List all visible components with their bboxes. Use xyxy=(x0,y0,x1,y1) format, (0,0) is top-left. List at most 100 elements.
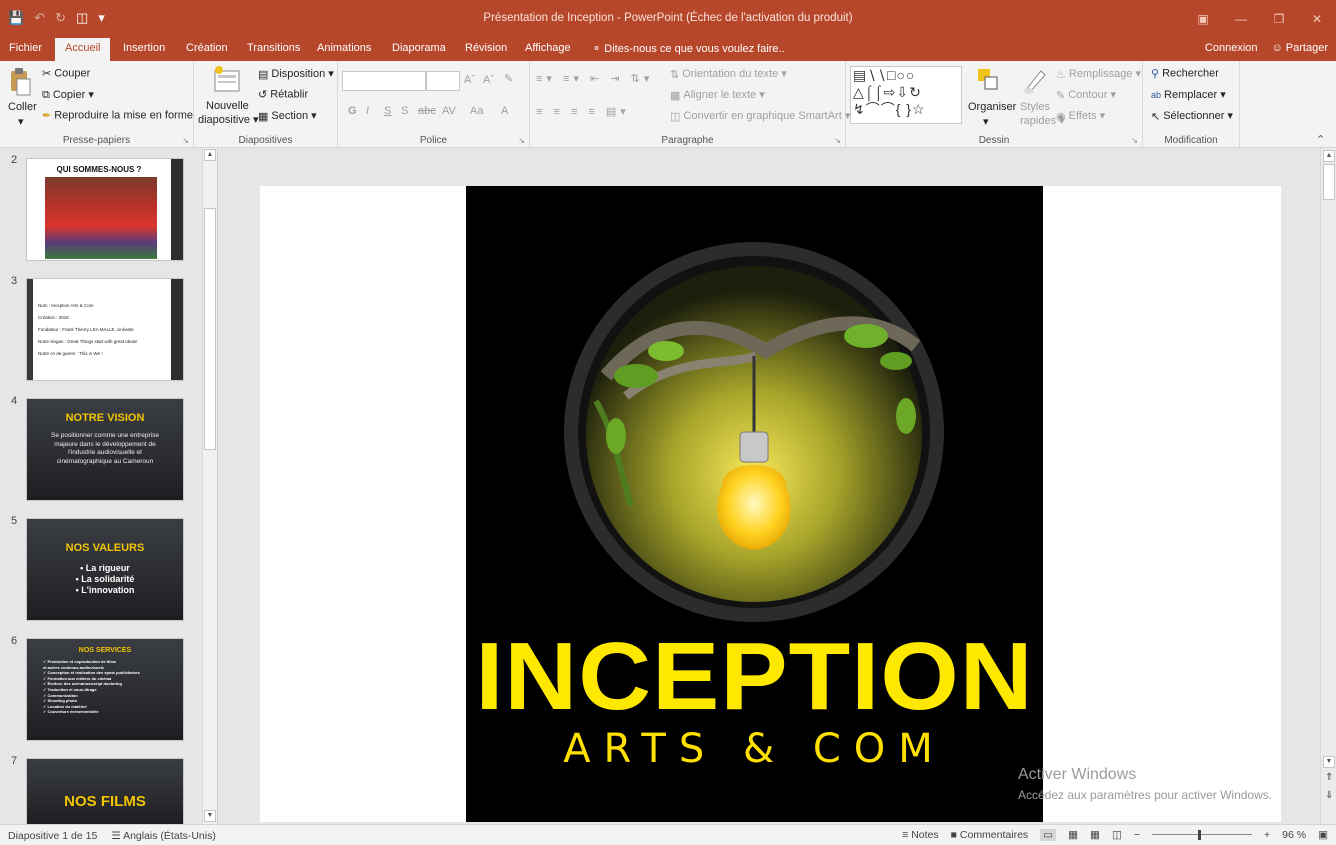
scroll-up-icon[interactable]: ▲ xyxy=(204,149,216,161)
tell-me-box[interactable]: ⚬ Dites-nous ce que vous voulez faire.. xyxy=(592,42,785,55)
select-button[interactable]: ↖ Sélectionner ▾ xyxy=(1151,109,1233,123)
ribbon-display-options-icon[interactable]: ▣ xyxy=(1184,0,1222,38)
new-slide-line1[interactable]: Nouvelle xyxy=(206,100,249,112)
tab-insertion[interactable]: Insertion xyxy=(123,42,165,54)
thumbnail-scrollbar[interactable]: ▲ ▼ xyxy=(202,148,217,824)
slide-sorter-icon[interactable]: ▦ xyxy=(1068,829,1078,841)
change-case-button[interactable]: Aa xyxy=(470,105,483,117)
shadow-button[interactable]: S xyxy=(401,105,408,117)
thumbnail-scroll-thumb[interactable] xyxy=(204,208,216,450)
quick-styles-line1[interactable]: Styles xyxy=(1020,101,1050,113)
thumbnail-bullet: ✓ Conception et réalisation des spots pu… xyxy=(43,670,140,676)
tab-animations[interactable]: Animations xyxy=(317,42,371,54)
zoom-slider[interactable] xyxy=(1152,830,1252,840)
ribbon-tabs: Fichier Accueil Insertion Création Trans… xyxy=(0,38,1336,61)
cut-button[interactable]: ✂ Couper xyxy=(42,67,90,80)
grow-font-icon[interactable]: Aˆ xyxy=(464,74,475,86)
zoom-handle[interactable] xyxy=(1198,830,1201,840)
collapse-ribbon-icon[interactable]: ⌃ xyxy=(1316,133,1325,146)
zoom-out-icon[interactable]: − xyxy=(1134,829,1140,841)
slide-thumbnail-5[interactable]: NOS VALEURS • La rigueur • La solidarité… xyxy=(26,518,184,621)
share-button[interactable]: ☺ Partager xyxy=(1272,42,1329,54)
paragraph-launcher-icon[interactable]: ↘ xyxy=(834,136,841,145)
char-spacing-button[interactable]: AV xyxy=(442,105,456,117)
slide-thumbnails-pane: 2 QUI SOMMES-NOUS ? 3 Nom : Inception Ar… xyxy=(0,148,218,824)
next-slide-icon[interactable]: ⇓ xyxy=(1325,790,1333,801)
shapes-gallery[interactable]: ▤∖∖□○○ △⌠⌠⇨⇩↻ ↯⌒⌒{ }☆ xyxy=(850,66,962,124)
replace-button[interactable]: ab Remplacer ▾ xyxy=(1151,88,1226,101)
section-dropdown-icon: ▾ xyxy=(311,110,317,122)
editor-scroll-up-icon[interactable]: ▲ xyxy=(1323,150,1335,162)
tab-affichage[interactable]: Affichage xyxy=(525,42,571,54)
reading-view-icon[interactable]: ▦ xyxy=(1090,829,1100,841)
editor-scroll-down-icon[interactable]: ▼ xyxy=(1323,756,1335,768)
new-slide-button[interactable]: diapositive ▾ xyxy=(198,113,259,126)
shape-effects-button[interactable]: ◉ Effets ▾ xyxy=(1056,109,1105,123)
drawing-launcher-icon[interactable]: ↘ xyxy=(1131,136,1138,145)
status-left: Diapositive 1 de 15 ☰ Anglais (États-Uni… xyxy=(8,830,216,842)
tab-creation[interactable]: Création xyxy=(186,42,228,54)
section-button[interactable]: ▦ Section ▾ xyxy=(258,109,317,123)
text-direction-button[interactable]: ⇅ Orientation du texte ▾ xyxy=(670,67,787,81)
tab-accueil[interactable]: Accueil xyxy=(55,38,111,61)
list-buttons-icon[interactable]: ≡▾ ≡▾ ⇤ ⇥ ⇅▾ xyxy=(536,72,653,85)
close-icon[interactable]: ✕ xyxy=(1298,0,1336,38)
layout-button[interactable]: ▤ Disposition ▾ xyxy=(258,67,334,81)
tab-fichier[interactable]: Fichier xyxy=(9,42,42,54)
tab-diaporama[interactable]: Diaporama xyxy=(392,42,446,54)
inception-logo-image[interactable]: INCEPTION ARTS & COM xyxy=(466,186,1043,822)
zoom-level[interactable]: 96 % xyxy=(1282,829,1306,841)
fit-slide-icon[interactable]: ▣ xyxy=(1318,829,1328,841)
arrange-button[interactable]: Organiser xyxy=(968,101,1016,113)
find-button[interactable]: ⚲ Rechercher xyxy=(1151,67,1219,80)
reset-button[interactable]: ↺ Rétablir xyxy=(258,88,308,101)
group-clipboard: Coller ▾ ✂ Couper ⧉ Copier ▾ ✒ Reproduire l… xyxy=(0,61,194,148)
comment-icon: ■ xyxy=(950,829,957,841)
notes-button[interactable]: ≡ Notes xyxy=(902,829,939,841)
new-slide-icon xyxy=(212,65,242,98)
bold-button[interactable]: G xyxy=(348,105,357,117)
italic-button[interactable]: I xyxy=(366,105,369,117)
current-slide[interactable]: INCEPTION ARTS & COM xyxy=(260,186,1281,822)
signin-link[interactable]: Connexion xyxy=(1205,42,1258,54)
font-name-combo[interactable] xyxy=(342,71,426,91)
shape-outline-button[interactable]: ✎ Contour ▾ xyxy=(1056,88,1116,102)
format-painter-button[interactable]: ✒ Reproduire la mise en forme xyxy=(42,109,193,122)
font-size-combo[interactable] xyxy=(426,71,460,91)
paste-dropdown-icon[interactable]: ▾ xyxy=(18,115,24,128)
clipboard-launcher-icon[interactable]: ↘ xyxy=(182,136,189,145)
slide-thumbnail-2[interactable]: QUI SOMMES-NOUS ? xyxy=(26,158,184,261)
paste-button[interactable]: Coller xyxy=(8,101,37,113)
previous-slide-icon[interactable]: ⇑ xyxy=(1325,772,1333,783)
thumbnail-bullet: • La rigueur xyxy=(80,563,130,573)
minimize-icon[interactable]: — xyxy=(1222,0,1260,38)
smartart-button[interactable]: ◫ Convertir en graphique SmartArt ▾ xyxy=(670,109,850,123)
shape-fill-button[interactable]: ♨ Remplissage ▾ xyxy=(1056,67,1141,81)
alignment-buttons-icon[interactable]: ≡ ≡ ≡ ≡ ▤▾ xyxy=(536,105,630,118)
zoom-in-icon[interactable]: + xyxy=(1264,829,1270,841)
tab-transitions[interactable]: Transitions xyxy=(247,42,300,54)
slideshow-view-icon[interactable]: ◫ xyxy=(1112,829,1122,841)
arrange-dropdown-icon[interactable]: ▾ xyxy=(983,115,989,128)
font-color-button[interactable]: A xyxy=(501,105,508,117)
editor-scroll-thumb[interactable] xyxy=(1323,164,1335,200)
clear-formatting-icon[interactable]: ✎ xyxy=(504,72,513,85)
comments-button[interactable]: ■ Commentaires xyxy=(951,829,1029,841)
shrink-font-icon[interactable]: Aˇ xyxy=(483,74,494,86)
scroll-down-icon[interactable]: ▼ xyxy=(204,810,216,822)
underline-button[interactable]: S xyxy=(384,105,391,117)
align-text-button[interactable]: ▦ Aligner le texte ▾ xyxy=(670,88,765,102)
maximize-icon[interactable]: ❐ xyxy=(1260,0,1298,38)
slide-thumbnail-6[interactable]: NOS SERVICES ✓ Production et coproductio… xyxy=(26,638,184,741)
normal-view-icon[interactable]: ▭ xyxy=(1040,829,1057,841)
editor-scrollbar[interactable]: ▲ ▼ ⇑ ⇓ xyxy=(1320,148,1336,824)
tab-revision[interactable]: Révision xyxy=(465,42,507,54)
watermark-line2: Accédez aux paramètres pour activer Wind… xyxy=(1018,788,1273,802)
slide-thumbnail-3[interactable]: Nom : Inception Arts & Com Création : 20… xyxy=(26,278,184,381)
language-indicator[interactable]: ☰ Anglais (États-Unis) xyxy=(111,830,216,842)
font-launcher-icon[interactable]: ↘ xyxy=(518,136,525,145)
strikethrough-button[interactable]: abc xyxy=(418,105,436,117)
slide-thumbnail-4[interactable]: NOTRE VISION Se positionner comme une en… xyxy=(26,398,184,501)
slide-thumbnail-7[interactable]: NOS FILMS xyxy=(26,758,184,824)
copy-button[interactable]: ⧉ Copier ▾ xyxy=(42,88,94,102)
